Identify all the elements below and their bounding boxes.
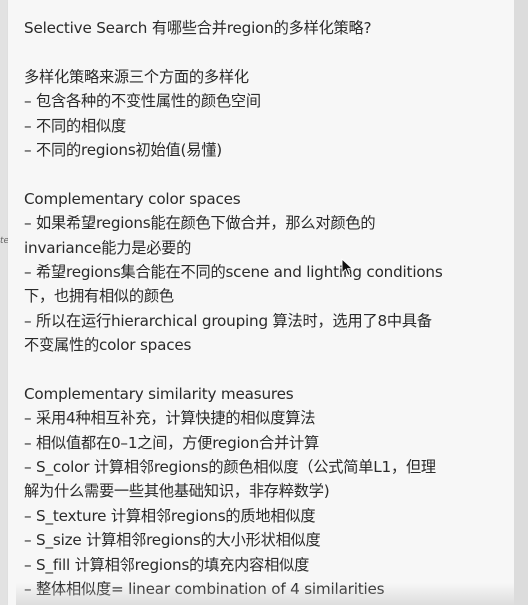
section2-line: 不变属性的color spaces: [24, 336, 192, 355]
section2-line: 下，也拥有相似的颜色: [24, 287, 174, 306]
section3-line: – 采用4种相互补充，计算快捷的相似度算法: [24, 409, 316, 428]
section3-line: – 相似值都在0–1之间，方便region合并计算: [24, 433, 319, 452]
section3-line: – S_color 计算相邻regions的颜色相似度（公式简单L1，但理: [24, 458, 436, 477]
section3-line: – S_fill 计算相邻regions的填充内容相似度: [24, 555, 310, 574]
section1-item: – 不同的相似度: [24, 116, 126, 135]
section1-item: – 不同的regions初始值(易懂): [24, 140, 222, 159]
note-text[interactable]: Selective Search 有哪些合并region的多样化策略? 多样化策…: [24, 16, 508, 601]
left-gutter: te: [0, 0, 9, 605]
section1-item: – 包含各种的不变性属性的颜色空间: [24, 92, 261, 111]
section1-heading: 多样化策略来源三个方面的多样化: [24, 67, 249, 86]
right-strip: [514, 0, 528, 605]
section2-line: – 所以在运行hierarchical grouping 算法时，选用了8中具备: [24, 311, 432, 330]
section2-line: – 希望regions集合能在不同的scene and lighting con…: [24, 262, 443, 281]
section3-line: – S_texture 计算相邻regions的质地相似度: [24, 506, 316, 525]
section2-line: – 如果希望regions能在颜色下做合并，那么对颜色的: [24, 214, 376, 233]
mouse-pointer-icon-shape: [341, 257, 354, 277]
section3-heading: Complementary similarity measures: [24, 384, 294, 403]
note-title: Selective Search 有哪些合并region的多样化策略?: [24, 19, 372, 37]
note-panel[interactable]: Selective Search 有哪些合并region的多样化策略? 多样化策…: [8, 0, 522, 605]
section2-line: invariance能力是必要的: [24, 238, 192, 257]
section3-line: – S_size 计算相邻regions的大小形状相似度: [24, 531, 321, 550]
section2-heading: Complementary color spaces: [24, 189, 241, 208]
section3-line: 解为什么需要一些其他基础知识，非存粹数学): [24, 482, 330, 501]
section3-line: – 整体相似度= linear combination of 4 similar…: [24, 579, 385, 598]
